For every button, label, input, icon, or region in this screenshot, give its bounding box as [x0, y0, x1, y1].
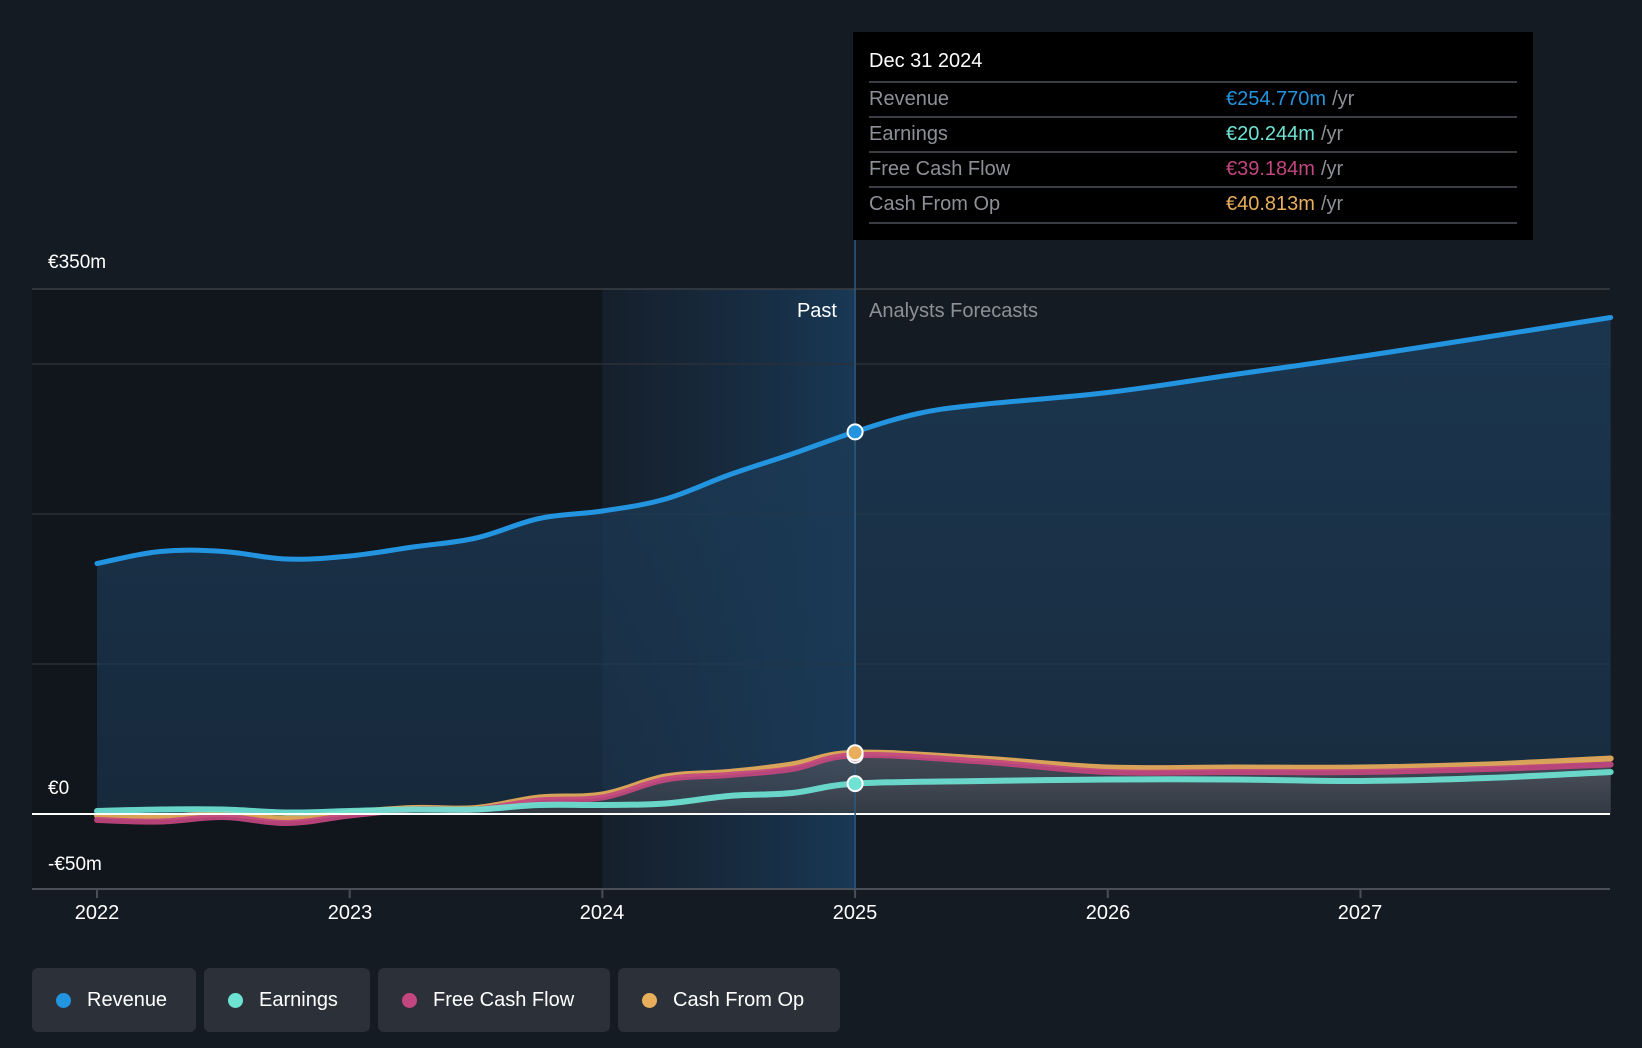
y-tick-label-0: €0 [48, 778, 70, 799]
cash-from-op-marker [846, 744, 864, 762]
x-tick-label-2022: 2022 [74, 902, 120, 924]
revenue-marker [846, 423, 864, 441]
tooltip-row-earnings: Earnings €20.244m/yr [869, 116, 1517, 152]
y-tick-label-350: €350m [48, 252, 107, 273]
x-tick-label-2024: 2024 [579, 902, 625, 924]
tooltip: Dec 31 2024 Revenue €254.770m/yr Earning… [853, 32, 1533, 240]
tooltip-row-fcf: Free Cash Flow €39.184m/yr [869, 151, 1517, 187]
x-tick-label-2026: 2026 [1085, 902, 1131, 924]
tooltip-value-text: €39.184m [1226, 158, 1315, 180]
earnings-marker [846, 775, 864, 793]
x-tick-label-2027: 2027 [1337, 902, 1383, 924]
tooltip-label: Earnings [869, 123, 948, 145]
tooltip-unit: /yr [1320, 123, 1344, 145]
legend-label: Free Cash Flow [433, 988, 575, 1011]
tooltip-value-text: €254.770m [1226, 88, 1327, 110]
tooltip-value: €40.813m/yr [1226, 193, 1343, 216]
tooltip-divider [869, 222, 1517, 224]
free-cash-flow-dot-icon [402, 992, 417, 1008]
tooltip-row-revenue: Revenue €254.770m/yr [869, 81, 1517, 117]
cash-from-op-dot-icon [642, 992, 657, 1008]
legend-label: Revenue [87, 988, 168, 1011]
legend-item-free-cash-flow[interactable]: Free Cash Flow [378, 968, 610, 1032]
tooltip-value: €39.184m/yr [1226, 158, 1343, 181]
legend-item-revenue[interactable]: Revenue [32, 968, 196, 1032]
y-tick-label-neg50: -€50m [48, 854, 102, 875]
past-label: Past [796, 300, 837, 322]
tooltip-unit: /yr [1320, 158, 1344, 180]
legend-item-cash-from-op[interactable]: Cash From Op [618, 968, 840, 1032]
legend-item-earnings[interactable]: Earnings [204, 968, 370, 1032]
x-tick-label-2025: 2025 [832, 902, 878, 924]
tooltip-row-cfo: Cash From Op €40.813m/yr [869, 186, 1517, 222]
legend-label: Cash From Op [673, 988, 805, 1011]
tooltip-label: Free Cash Flow [869, 158, 1011, 180]
tooltip-label: Cash From Op [869, 193, 1001, 215]
tooltip-value-text: €20.244m [1226, 123, 1315, 145]
legend-label: Earnings [259, 988, 338, 1011]
x-tick-label-2023: 2023 [327, 902, 373, 924]
tooltip-date: Dec 31 2024 [869, 50, 983, 72]
tooltip-unit: /yr [1320, 193, 1344, 215]
tooltip-label: Revenue [869, 88, 950, 110]
tooltip-value: €254.770m/yr [1226, 88, 1354, 111]
tooltip-unit: /yr [1332, 88, 1355, 110]
revenue-dot-icon [56, 992, 71, 1008]
forecast-label: Analysts Forecasts [869, 300, 1038, 322]
tooltip-value-text: €40.813m [1226, 193, 1315, 215]
tooltip-value: €20.244m/yr [1226, 123, 1343, 146]
earnings-dot-icon [228, 992, 243, 1008]
